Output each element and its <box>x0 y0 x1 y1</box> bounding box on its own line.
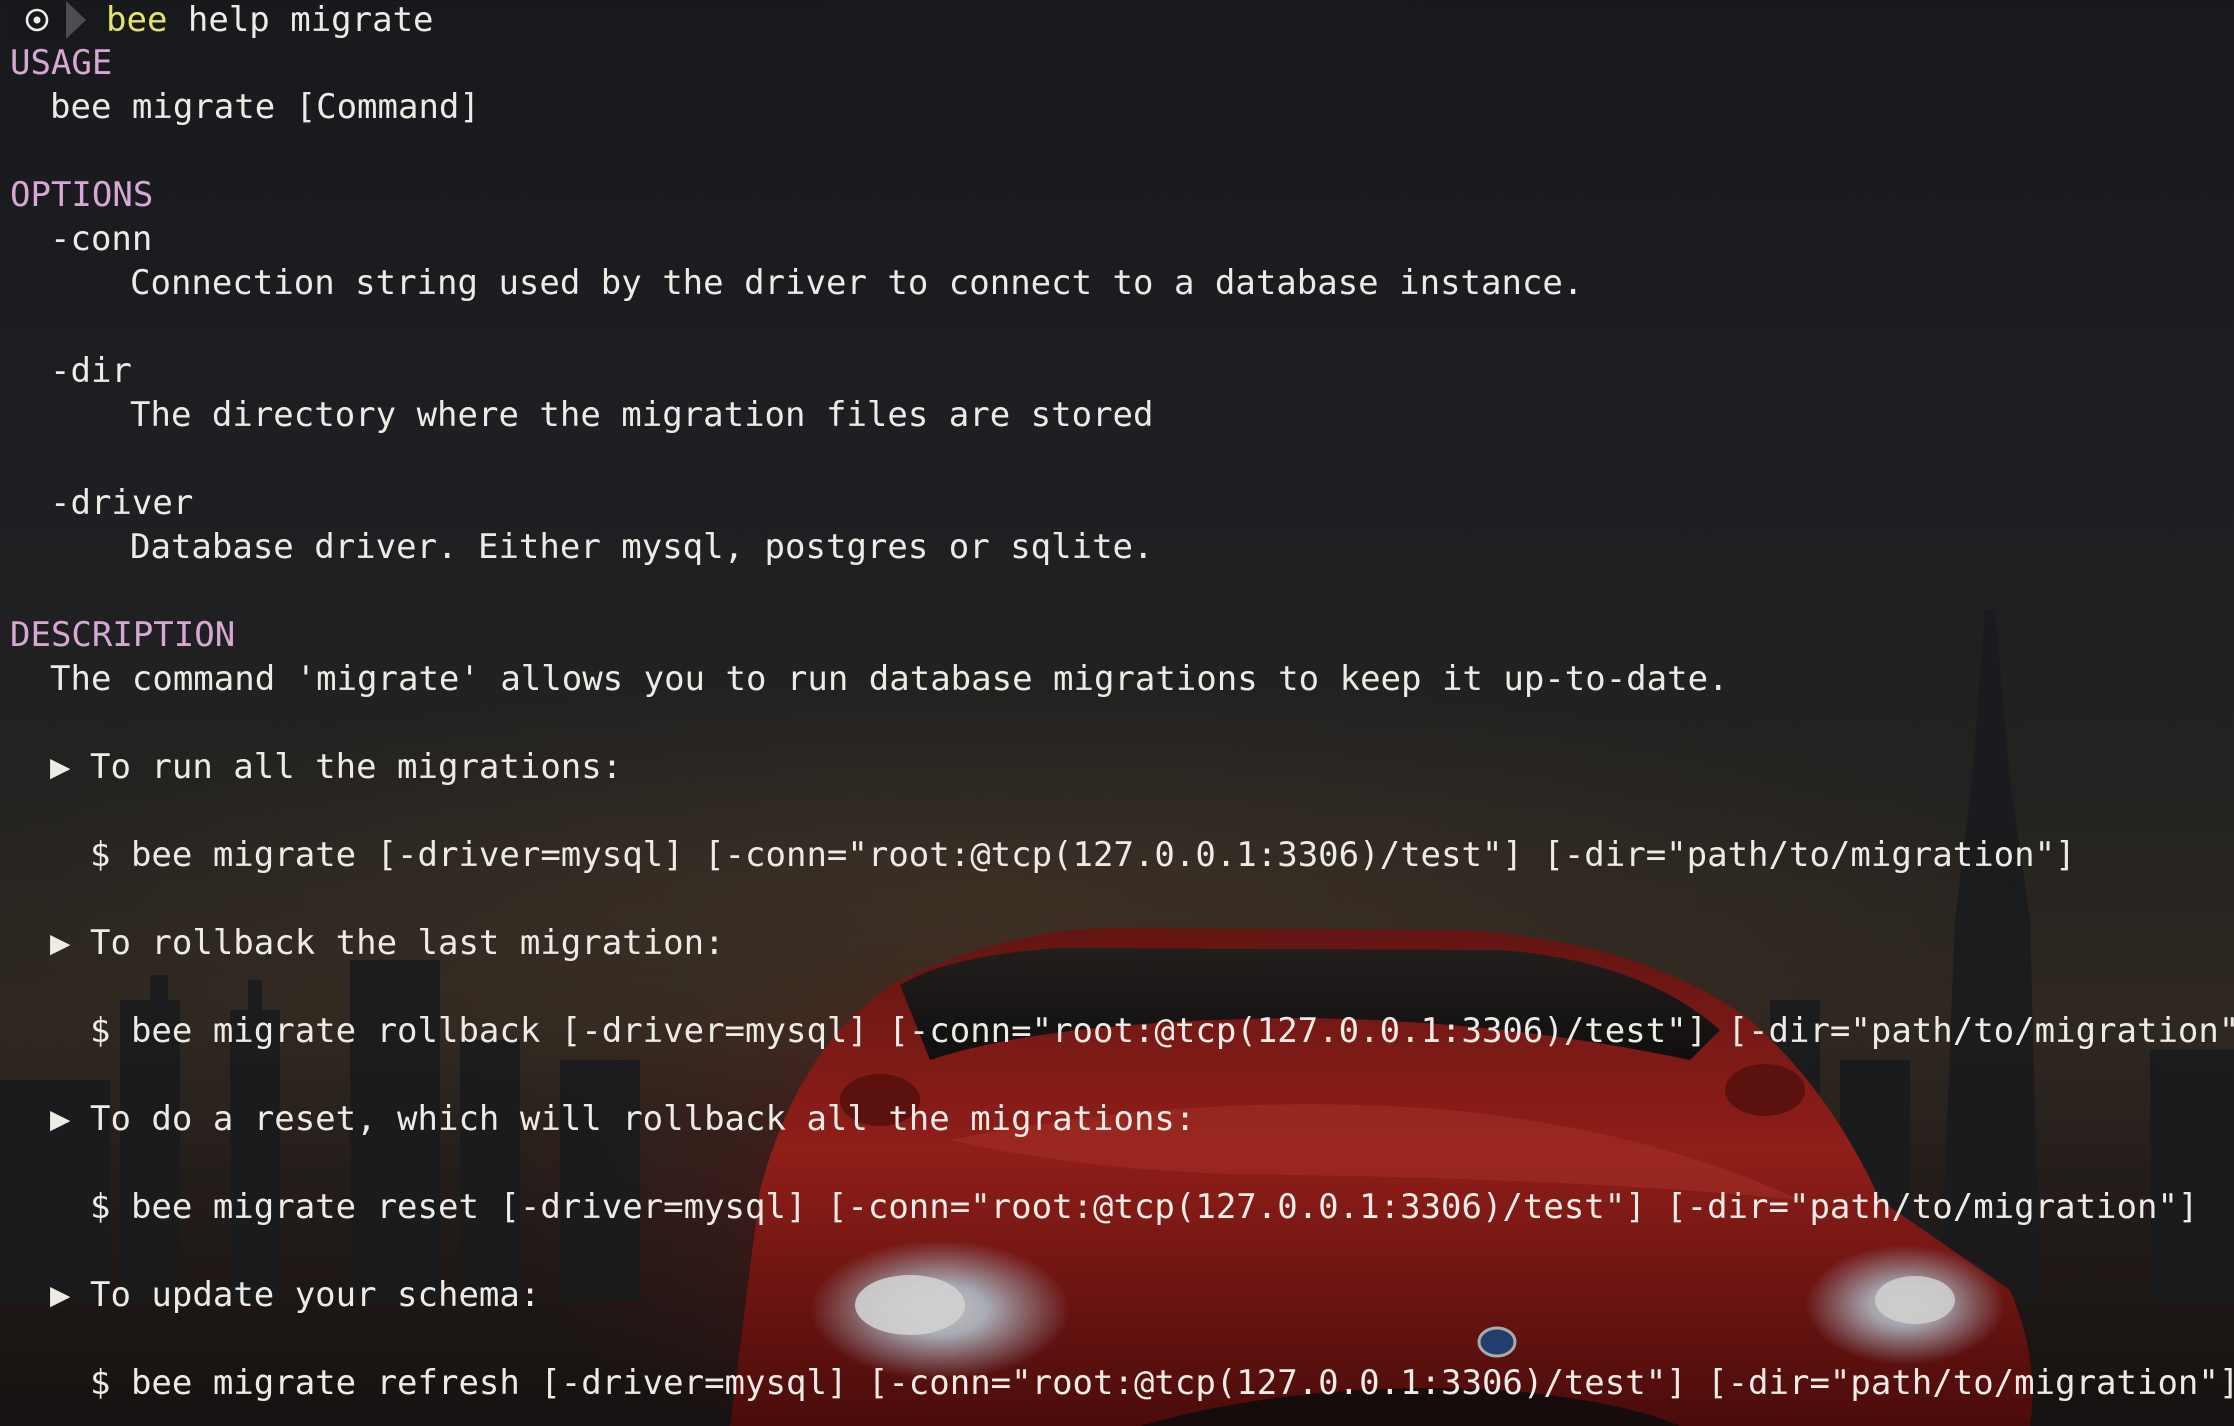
command-arguments: help migrate <box>167 0 434 40</box>
example-title-run: ▶ To run all the migrations: <box>0 745 622 789</box>
usage-syntax: bee migrate [Command] <box>50 87 480 127</box>
option-desc-conn: Connection string used by the driver to … <box>130 263 1584 303</box>
triangle-right-icon: ▶ <box>50 1099 71 1139</box>
usage-heading: USAGE <box>10 43 113 83</box>
example-title-rollback: ▶ To rollback the last migration: <box>0 921 725 965</box>
example-command-run: $ bee migrate [-driver=mysql] [-conn="ro… <box>90 835 2076 875</box>
option-flag-conn: -conn <box>50 219 153 259</box>
example-title-text: To rollback the last migration: <box>90 923 725 963</box>
option-desc-dir: The directory where the migration files … <box>130 395 1154 435</box>
option-desc-driver: Database driver. Either mysql, postgres … <box>130 527 1154 567</box>
example-title-reset: ▶ To do a reset, which will rollback all … <box>0 1097 1195 1141</box>
triangle-right-icon: ▶ <box>50 923 71 963</box>
example-title-text: To run all the migrations: <box>90 747 623 787</box>
terminal-swirl-icon <box>8 1 86 39</box>
example-command-reset: $ bee migrate reset [-driver=mysql] [-co… <box>90 1187 2199 1227</box>
example-command-rollback: $ bee migrate rollback [-driver=mysql] [… <box>90 1011 2234 1051</box>
options-heading: OPTIONS <box>10 175 154 215</box>
triangle-right-icon: ▶ <box>50 747 71 787</box>
example-command-refresh: $ bee migrate refresh [-driver=mysql] [-… <box>90 1363 2234 1403</box>
example-title-text: To update your schema: <box>90 1275 541 1315</box>
prompt-line: bee help migrate <box>8 0 434 40</box>
description-heading: DESCRIPTION <box>10 615 236 655</box>
prompt-separator-icon <box>66 1 86 39</box>
example-title-refresh: ▶ To update your schema: <box>0 1273 540 1317</box>
triangle-right-icon: ▶ <box>50 1275 71 1315</box>
option-flag-dir: -dir <box>50 351 132 391</box>
example-title-text: To do a reset, which will rollback all t… <box>90 1099 1196 1139</box>
description-summary: The command 'migrate' allows you to run … <box>50 659 1729 699</box>
terminal-output: bee help migrate USAGE bee migrate [Comm… <box>0 0 2234 1426</box>
option-flag-driver: -driver <box>50 483 194 523</box>
command-binary: bee <box>106 0 168 40</box>
